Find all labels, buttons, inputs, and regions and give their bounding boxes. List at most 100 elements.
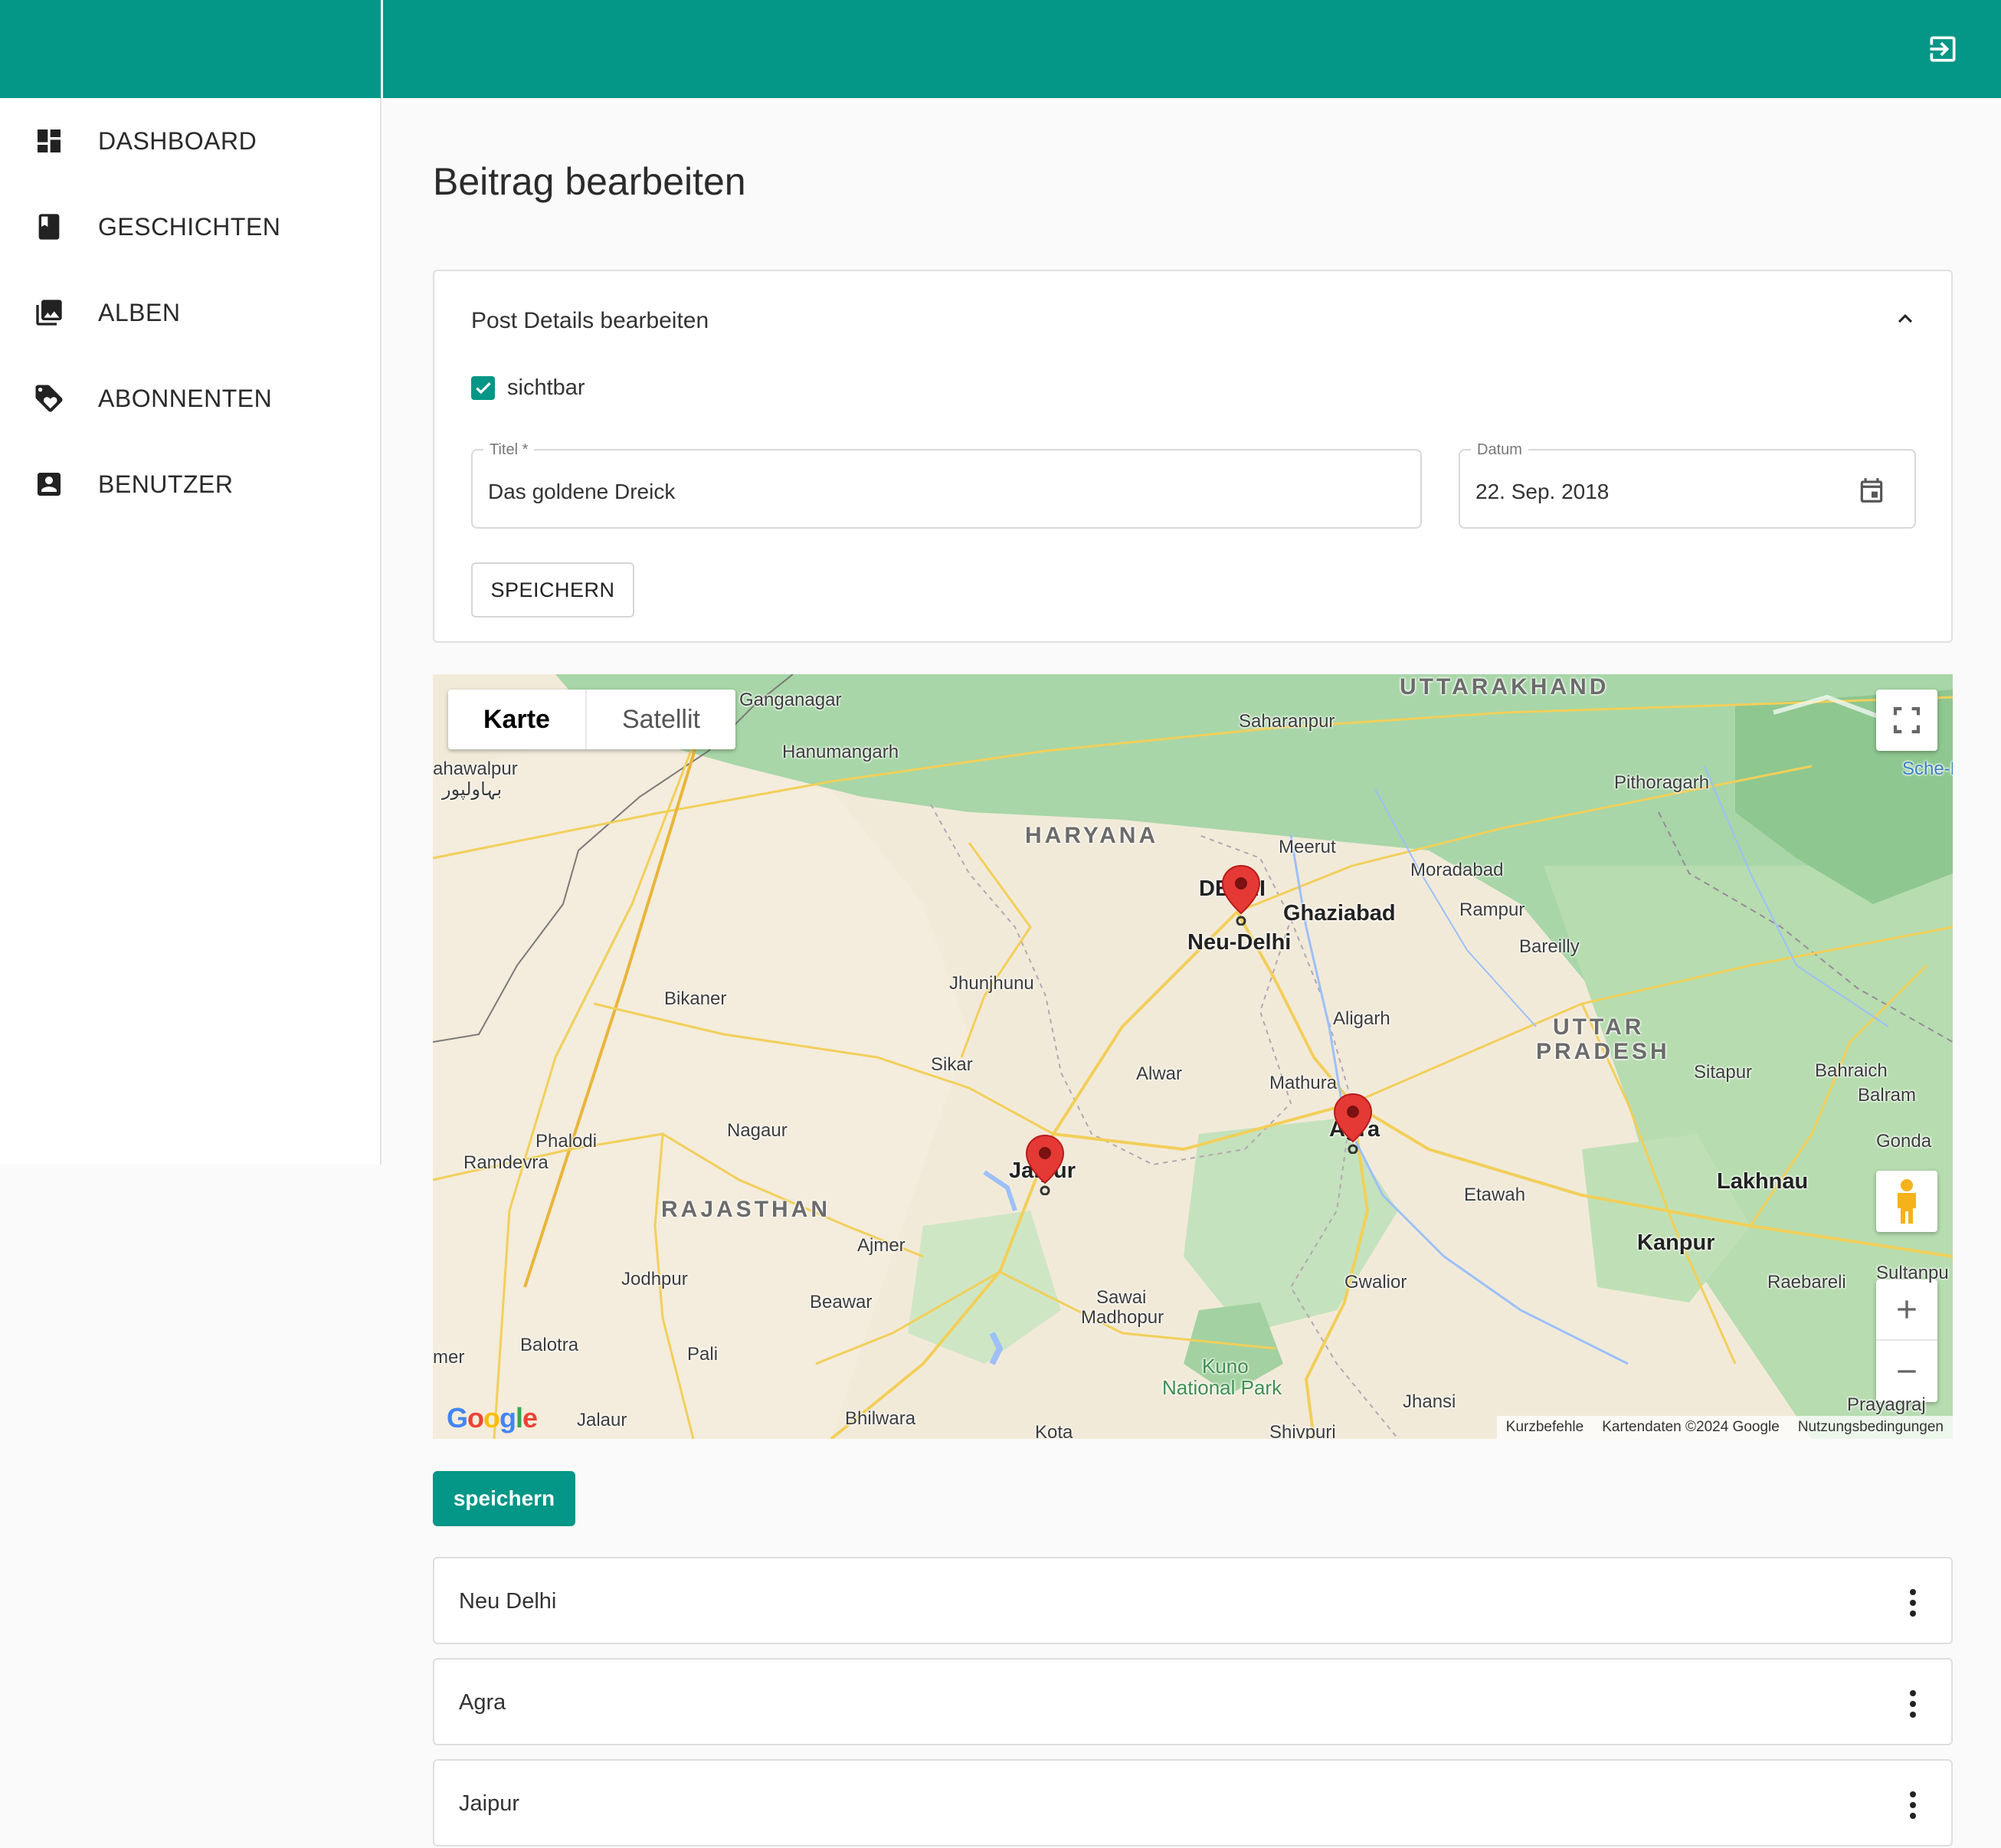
location-item[interactable]: Neu Delhi	[433, 1557, 1953, 1644]
marker-pin-jaipur[interactable]	[1024, 1134, 1066, 1195]
title-field[interactable]: Titel *	[471, 441, 1422, 529]
sidebar: DASHBOARD GESCHICHTEN ALBEN ABONNENTEN B…	[0, 98, 382, 1165]
zoom-in-button[interactable]	[1876, 1280, 1937, 1341]
map-label: National Park	[1162, 1376, 1282, 1399]
sidebar-item-alben[interactable]: ALBEN	[0, 274, 380, 351]
map-label: ahawalpur	[433, 759, 518, 779]
map-label: Mathura	[1269, 1073, 1338, 1093]
map-label: UTTARAKHAND	[1400, 674, 1610, 700]
map-label: Ramdevra	[463, 1152, 549, 1173]
map-label: Lakhnau	[1717, 1169, 1809, 1194]
map-label: Jhunjhunu	[949, 973, 1034, 994]
location-item[interactable]: Jaipur	[433, 1759, 1953, 1846]
more-options-button[interactable]	[1905, 1586, 1921, 1620]
speichern-button[interactable]: speichern	[433, 1471, 575, 1526]
minus-icon	[1898, 1370, 1916, 1373]
tag-heart-icon	[32, 382, 66, 415]
google-logo: Google	[447, 1402, 538, 1434]
speichern-details-button[interactable]: SPEICHERN	[471, 562, 634, 618]
map-label: Prayagraj	[1847, 1394, 1926, 1415]
map-label: Sultanpu	[1876, 1263, 1949, 1283]
map-type-control: Karte Satellit	[448, 690, 735, 749]
location-name: Neu Delhi	[459, 1589, 557, 1614]
date-field[interactable]: Datum	[1459, 441, 1916, 529]
map-label: Bhilwara	[845, 1408, 916, 1429]
map-label: Nagaur	[727, 1120, 788, 1141]
map-label: Bahraich	[1815, 1060, 1888, 1081]
map-label: Sitapur	[1694, 1062, 1753, 1083]
location-item[interactable]: Agra	[433, 1658, 1953, 1745]
map-label: بہاولپور	[442, 779, 503, 800]
map-label: Alwar	[1136, 1063, 1183, 1084]
date-input[interactable]	[1475, 480, 1853, 504]
map-label: Gonda	[1876, 1131, 1932, 1152]
sidebar-item-label: BENUTZER	[98, 470, 234, 498]
map-label: Kanpur	[1637, 1230, 1715, 1255]
map-terrain	[433, 674, 1953, 1439]
more-vert-icon	[1910, 1690, 1916, 1696]
map-label: Moradabad	[1410, 860, 1504, 880]
page-title: Beitrag bearbeiten	[433, 160, 746, 203]
account-box-icon	[32, 467, 66, 501]
keyboard-shortcuts-link[interactable]: Kurzbefehle	[1506, 1419, 1583, 1436]
sidebar-item-benutzer[interactable]: BENUTZER	[0, 446, 380, 523]
sidebar-item-dashboard[interactable]: DASHBOARD	[0, 103, 380, 179]
check-icon	[475, 382, 491, 395]
map-label: Phalodi	[535, 1131, 598, 1152]
map-label: Hanumangarh	[782, 742, 899, 762]
title-input[interactable]	[488, 480, 1359, 504]
marker-pin-neu-delhi[interactable]	[1220, 864, 1262, 926]
map-label: Jalaur	[577, 1410, 627, 1430]
collapse-button[interactable]	[1890, 303, 1921, 334]
more-vert-icon	[1910, 1791, 1916, 1797]
map-label: Raebareli	[1767, 1272, 1846, 1293]
map-label: HARYANA	[1025, 823, 1159, 848]
checkbox-checked[interactable]	[471, 375, 495, 400]
map-data-text: Kartendaten ©2024 Google	[1602, 1419, 1780, 1435]
fullscreen-icon	[1893, 706, 1921, 734]
more-options-button[interactable]	[1905, 1687, 1921, 1721]
photo-library-icon	[32, 296, 66, 329]
sidebar-item-abonnenten[interactable]: ABONNENTEN	[0, 360, 380, 437]
map-label: Gwalior	[1344, 1272, 1407, 1293]
map-label: Aligarh	[1333, 1008, 1390, 1029]
calendar-icon	[1860, 478, 1883, 503]
map-label: Ganganagar	[739, 690, 842, 710]
map-label: Saharanpur	[1239, 711, 1335, 732]
map-label: Meerut	[1279, 837, 1336, 857]
map-label: Sikar	[931, 1054, 973, 1075]
plus-icon	[1898, 1300, 1916, 1319]
map-type-satellit[interactable]: Satellit	[585, 690, 735, 749]
map-label: RAJASTHAN	[661, 1197, 831, 1222]
panel-title: Post Details bearbeiten	[471, 308, 709, 333]
zoom-control	[1876, 1280, 1937, 1402]
more-options-button[interactable]	[1905, 1788, 1921, 1822]
zoom-out-button[interactable]	[1876, 1341, 1937, 1402]
more-vert-icon	[1910, 1589, 1916, 1595]
map-label: Pithoragarh	[1614, 772, 1710, 793]
map-type-karte[interactable]: Karte	[448, 690, 585, 749]
map-label: Pali	[687, 1344, 719, 1365]
terms-link[interactable]: Nutzungsbedingungen	[1798, 1419, 1944, 1436]
fullscreen-button[interactable]	[1876, 690, 1937, 751]
date-picker-button[interactable]	[1856, 475, 1887, 506]
sidebar-item-label: DASHBOARD	[98, 126, 257, 155]
map-label: UTTAR	[1553, 1014, 1645, 1040]
map-label: Sawai	[1096, 1287, 1147, 1308]
marker-pin-agra[interactable]	[1332, 1093, 1374, 1154]
map-label: Balram	[1858, 1085, 1917, 1106]
map-label: Etawah	[1464, 1184, 1526, 1205]
book-icon	[32, 210, 66, 244]
chevron-up-icon	[1898, 314, 1912, 323]
map[interactable]: Karte Satellit UTTARAKHAND HARYANA RAJAS…	[433, 674, 1953, 1439]
street-view-button[interactable]	[1876, 1171, 1937, 1232]
sidebar-item-label: GESCHICHTEN	[98, 212, 281, 241]
pegman-icon	[1898, 1179, 1916, 1224]
logout-button[interactable]	[1924, 31, 1961, 67]
map-label: Madhopur	[1081, 1307, 1164, 1328]
visible-checkbox[interactable]: sichtbar	[471, 372, 585, 403]
sidebar-item-geschichten[interactable]: GESCHICHTEN	[0, 188, 380, 265]
map-label: Ajmer	[857, 1235, 906, 1256]
top-app-bar	[0, 0, 2001, 98]
map-label: Beawar	[810, 1292, 873, 1312]
